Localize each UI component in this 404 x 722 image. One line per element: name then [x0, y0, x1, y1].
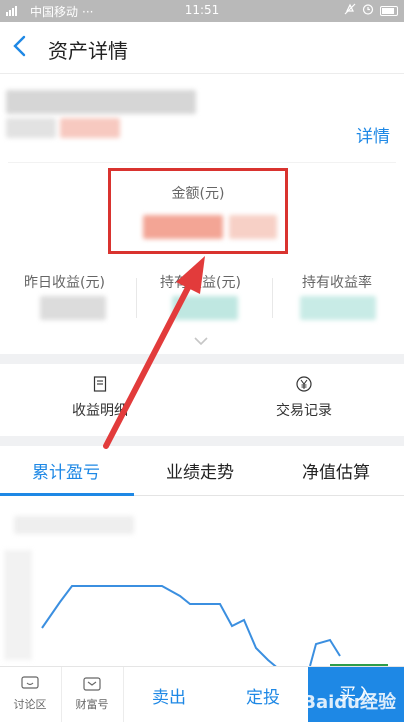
tab-cumulative-pnl[interactable]: 累计盈亏	[32, 458, 100, 483]
actions-row: 收益明细 交易记录	[0, 364, 404, 436]
sell-button[interactable]: 卖出	[152, 683, 186, 708]
document-icon	[93, 376, 107, 392]
stat-yesterday-label: 昨日收益(元)	[24, 275, 105, 291]
bottom-action-bar: 讨论区 财富号 卖出 定投 买入 Baidu经验	[0, 666, 404, 722]
stats-row: 昨日收益(元) 持有收益(元) 持有收益率	[0, 266, 404, 326]
tab-performance[interactable]: 业绩走势	[166, 458, 234, 483]
chat-icon	[21, 676, 39, 689]
amount-highlight-box: 金额(元)	[108, 168, 288, 254]
active-tab-indicator	[0, 493, 134, 496]
chart-line-svg	[41, 585, 341, 670]
chevron-down-icon[interactable]	[194, 336, 208, 346]
cumulative-pnl-chart	[0, 500, 404, 674]
wealth-icon	[83, 677, 101, 691]
alarm-icon	[362, 3, 374, 18]
status-right	[344, 3, 398, 18]
auto-invest-button[interactable]: 定投	[246, 683, 280, 708]
app-header: 资产详情	[0, 22, 404, 74]
stat-rate-label: 持有收益率	[302, 275, 372, 291]
section-divider	[0, 354, 404, 364]
baidu-watermark: Baidu经验	[302, 692, 396, 713]
discussion-label: 讨论区	[13, 698, 47, 711]
status-bar: 中国移动 ··· 11:51	[0, 0, 404, 22]
battery-icon	[380, 5, 398, 16]
page-title: 资产详情	[48, 39, 128, 63]
pnl-series-line-tail	[309, 638, 341, 667]
divider	[8, 162, 396, 163]
mute-icon	[344, 3, 356, 18]
detail-link[interactable]: 详情	[356, 122, 390, 147]
stat-separator	[136, 278, 137, 318]
amount-label: 金额(元)	[171, 186, 225, 202]
tab-nav-estimate[interactable]: 净值估算	[302, 458, 370, 483]
stat-separator	[272, 278, 273, 318]
transaction-record-button[interactable]: 交易记录	[244, 376, 364, 420]
chevron-left-icon	[13, 35, 26, 57]
wealth-button[interactable]: 财富号	[62, 675, 122, 712]
discussion-button[interactable]: 讨论区	[0, 675, 60, 712]
section-divider	[0, 436, 404, 446]
pnl-series-line	[41, 585, 281, 670]
transaction-record-label: 交易记录	[276, 403, 332, 419]
chart-tabs: 累计盈亏 业绩走势 净值估算	[0, 446, 404, 496]
income-detail-button[interactable]: 收益明细	[40, 376, 160, 420]
wealth-label: 财富号	[75, 698, 109, 711]
back-button[interactable]	[10, 32, 38, 62]
bottom-separator	[123, 667, 124, 722]
stat-holding-label: 持有收益(元)	[160, 275, 241, 291]
yen-circle-icon	[296, 376, 312, 392]
income-detail-label: 收益明细	[72, 403, 128, 419]
